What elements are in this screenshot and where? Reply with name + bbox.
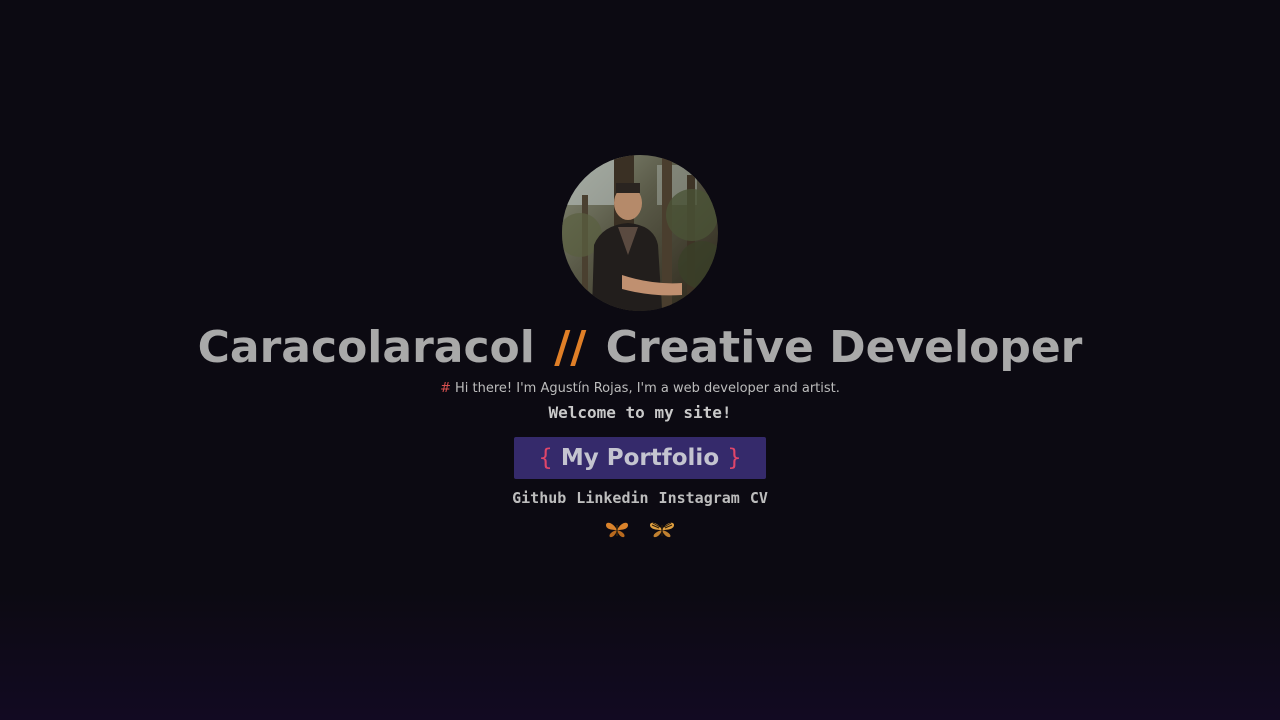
linkedin-link[interactable]: Linkedin: [576, 489, 648, 507]
page-title: Caracolaracol // Creative Developer: [198, 321, 1083, 375]
hero-section: Caracolaracol // Creative Developer # Hi …: [0, 155, 1280, 543]
profile-photo-image: [562, 155, 718, 311]
brace-open: {: [538, 445, 553, 471]
striped-butterfly-icon[interactable]: [649, 521, 675, 543]
butterfly-row: [605, 521, 675, 543]
intro-text: # Hi there! I'm Agustín Rojas, I'm a web …: [440, 381, 840, 397]
hash-mark: #: [440, 381, 451, 396]
orange-butterfly-icon[interactable]: [605, 521, 629, 543]
portfolio-label: My Portfolio: [560, 445, 720, 471]
social-links: Github Linkedin Instagram CV: [512, 489, 768, 507]
site-role: Creative Developer: [605, 322, 1083, 373]
my-portfolio-button[interactable]: { My Portfolio }: [514, 437, 766, 479]
instagram-link[interactable]: Instagram: [659, 489, 740, 507]
brace-close: }: [727, 445, 742, 471]
profile-photo: [562, 155, 718, 311]
title-separator: //: [554, 322, 587, 373]
welcome-text: Welcome to my site!: [548, 403, 732, 422]
cv-link[interactable]: CV: [750, 489, 768, 507]
github-link[interactable]: Github: [512, 489, 566, 507]
site-name: Caracolaracol: [197, 322, 535, 373]
intro-sentence: Hi there! I'm Agustín Rojas, I'm a web d…: [455, 381, 840, 396]
